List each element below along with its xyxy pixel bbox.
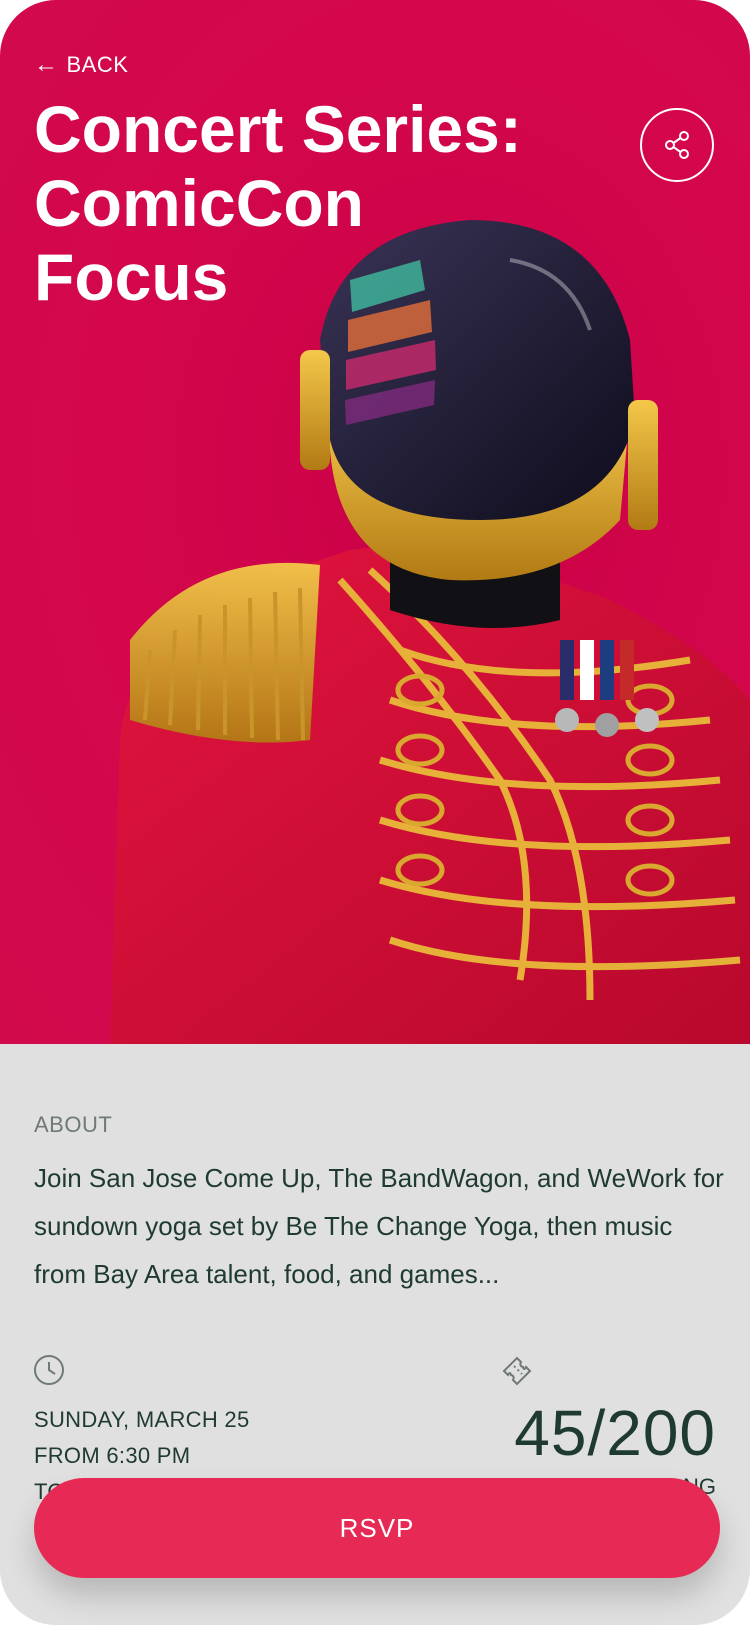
event-title: Concert Series: ComicCon Focus — [34, 92, 594, 314]
event-start: FROM 6:30 PM — [34, 1443, 191, 1468]
event-title-line-2: ComicCon — [34, 166, 364, 240]
performer-image — [110, 220, 750, 1044]
rsvp-button[interactable]: RSVP — [34, 1478, 720, 1578]
share-button[interactable] — [640, 108, 714, 182]
clock-icon — [34, 1355, 64, 1385]
event-title-line-3: Focus — [34, 240, 229, 314]
attendance-count: 45/200 — [514, 1397, 716, 1469]
event-title-line-1: Concert Series: — [34, 92, 522, 166]
phone-screen: ← BACK Concert Series: ComicCon Focus AB… — [0, 0, 750, 1625]
event-hero: ← BACK Concert Series: ComicCon Focus — [0, 0, 750, 1044]
back-button[interactable]: ← BACK — [34, 52, 128, 78]
share-icon — [665, 131, 689, 159]
ticket-icon — [502, 1356, 532, 1386]
event-day: SUNDAY, MARCH 25 — [34, 1407, 250, 1432]
arrow-left-icon: ← — [34, 51, 59, 78]
about-label: ABOUT — [34, 1112, 113, 1137]
back-label: BACK — [66, 52, 129, 77]
event-description: Join San Jose Come Up, The BandWagon, an… — [34, 1163, 724, 1289]
